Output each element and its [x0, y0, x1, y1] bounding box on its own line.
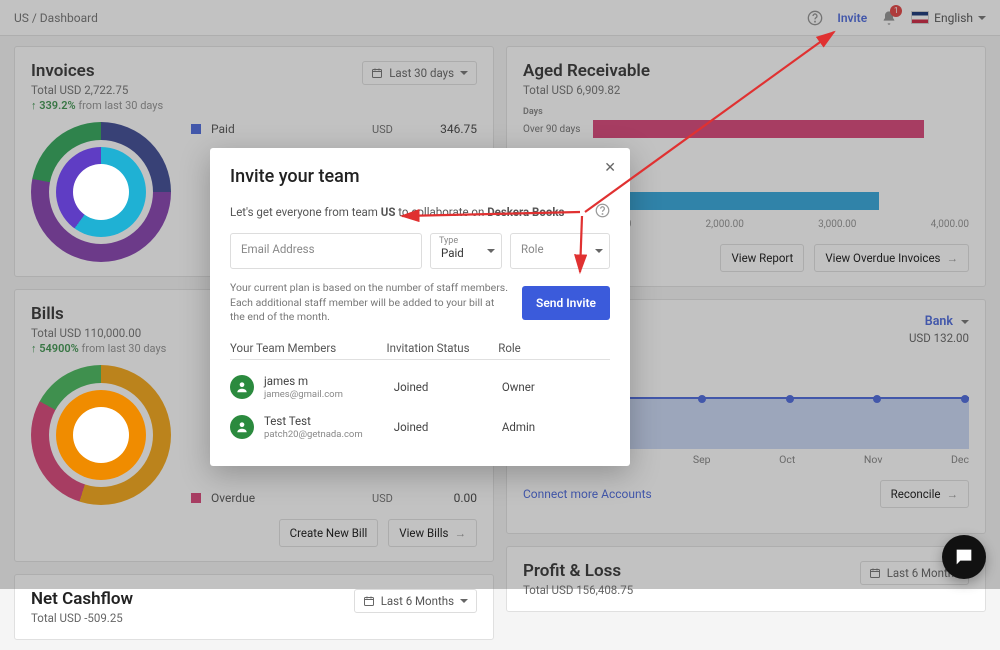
avatar: [230, 375, 254, 399]
chevron-down-icon: [595, 249, 603, 253]
member-name: Test Test: [264, 414, 394, 428]
netcash-period[interactable]: Last 6 Months: [354, 589, 477, 613]
chat-icon[interactable]: [942, 535, 986, 579]
email-field[interactable]: Email Address: [230, 233, 422, 269]
chevron-down-icon: [460, 599, 468, 603]
help-icon[interactable]: [595, 203, 610, 221]
member-role: Owner: [502, 380, 610, 394]
member-status: Joined: [394, 420, 502, 434]
netcash-title: Net Cashflow: [31, 589, 133, 609]
member-email: james@gmail.com: [264, 389, 394, 400]
plan-note: Your current plan is based on the number…: [230, 281, 508, 325]
type-field[interactable]: Type Paid: [430, 233, 502, 269]
modal-subtitle: Let's get everyone from team US to colla…: [230, 203, 610, 221]
team-member-row: james m james@gmail.com Joined Owner: [230, 374, 610, 400]
close-icon[interactable]: ✕: [604, 160, 616, 176]
avatar: [230, 415, 254, 439]
member-status: Joined: [394, 380, 502, 394]
chevron-down-icon: [487, 249, 495, 253]
calendar-icon: [363, 595, 375, 607]
member-role: Admin: [502, 420, 610, 434]
member-name: james m: [264, 374, 394, 388]
netcash-subtotal: Total USD -509.25: [31, 611, 133, 625]
team-table-header: Your Team Members Invitation Status Role: [230, 341, 610, 360]
send-invite-button[interactable]: Send Invite: [522, 286, 610, 320]
modal-title: Invite your team: [230, 166, 610, 187]
invite-modal: ✕ Invite your team Let's get everyone fr…: [210, 148, 630, 466]
team-member-row: Test Test patch20@getnada.com Joined Adm…: [230, 414, 610, 440]
member-email: patch20@getnada.com: [264, 429, 394, 440]
role-field[interactable]: Role: [510, 233, 610, 269]
